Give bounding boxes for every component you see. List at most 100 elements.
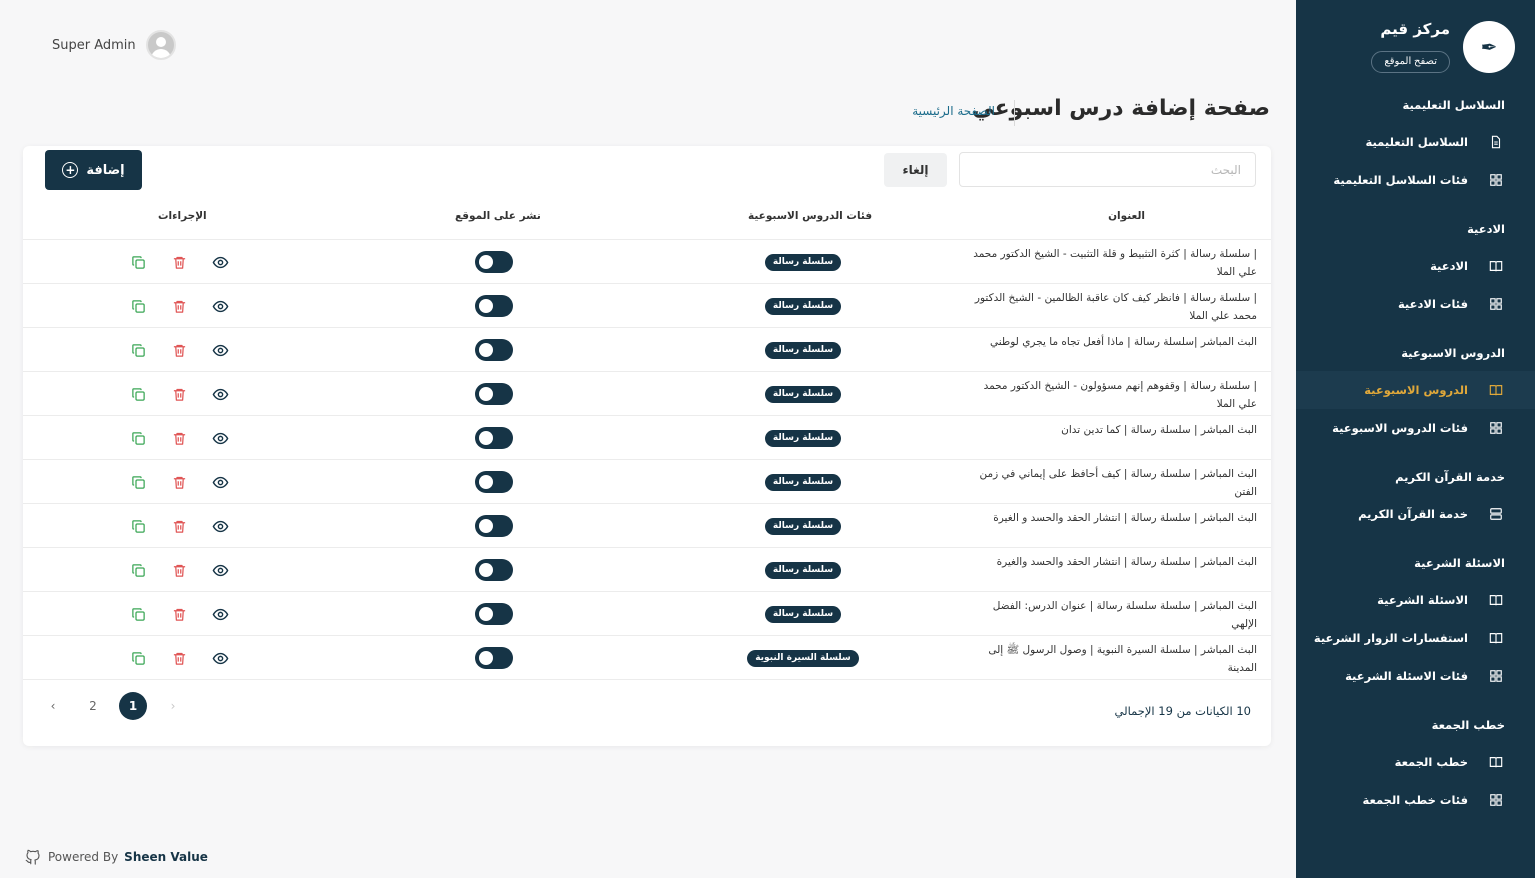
sidebar-item[interactable]: فئات خطب الجمعة [1296,781,1535,819]
copy-icon[interactable] [129,429,147,447]
add-button-label: إضافة [86,162,125,178]
table-row: البث المباشر | سلسلة رسالة | انتشار الحق… [23,504,1271,548]
sidebar-item-label: الدروس الاسبوعية [1364,383,1468,397]
publish-toggle[interactable] [475,603,513,625]
pagination-prev[interactable]: ‹ [39,692,67,720]
sidebar-item[interactable]: فئات الدروس الاسبوعية [1296,409,1535,447]
table-row: البث المباشر | سلسلة رسالة | كيف أحافظ ع… [23,460,1271,504]
copy-icon[interactable] [129,253,147,271]
table-row: البث المباشر | سلسلة السيرة النبوية | وص… [23,636,1271,680]
category-badge: سلسلة رسالة [764,386,842,403]
row-title: البث المباشر | سلسلة رسالة | كيف أحافظ ع… [979,468,1257,498]
copy-icon[interactable] [129,649,147,667]
breadcrumb-home[interactable]: الصفحة الرئيسية [912,104,995,118]
view-eye-icon[interactable] [211,253,229,271]
publish-toggle[interactable] [475,515,513,537]
view-eye-icon[interactable] [211,385,229,403]
grid-icon [1489,669,1503,683]
brand-name: مركز قيم [1380,20,1450,38]
book-icon [1489,593,1503,607]
publish-toggle[interactable] [475,559,513,581]
table-row: البث المباشر | سلسلة رسالة | كما تدين تد… [23,416,1271,460]
publish-toggle[interactable] [475,339,513,361]
category-badge: سلسلة رسالة [764,562,842,579]
copy-icon[interactable] [129,297,147,315]
view-eye-icon[interactable] [211,341,229,359]
sidebar-item[interactable]: استفسارات الزوار الشرعية [1296,619,1535,657]
delete-trash-icon[interactable] [170,385,188,403]
avatar[interactable] [145,30,176,60]
logo[interactable]: ✒ [1463,21,1515,73]
delete-trash-icon[interactable] [170,517,188,535]
plus-circle-icon: + [62,162,79,178]
publish-toggle[interactable] [475,471,513,493]
document-icon [1489,135,1503,149]
table-row: البث المباشر | سلسلة رسالة | انتشار الحق… [23,548,1271,592]
table-row: البث المباشر |سلسلة رسالة | ماذا أفعل تج… [23,328,1271,372]
sidebar-item[interactable]: فئات الاسئلة الشرعية [1296,657,1535,695]
publish-toggle[interactable] [475,295,513,317]
delete-trash-icon[interactable] [170,341,188,359]
delete-trash-icon[interactable] [170,429,188,447]
view-eye-icon[interactable] [211,297,229,315]
table-row: البث المباشر | سلسلة سلسلة رسالة | عنوان… [23,592,1271,636]
sidebar-item[interactable]: خطب الجمعة [1296,743,1535,781]
sidebar: ✒ مركز قيم تصفح الموقع السلاسل التعليمية… [1296,0,1535,878]
sidebar-item[interactable]: فئات السلاسل التعليمية [1296,161,1535,199]
copy-icon[interactable] [129,385,147,403]
pagination-page-1[interactable]: 1 [119,692,147,720]
delete-trash-icon[interactable] [170,649,188,667]
delete-trash-icon[interactable] [170,297,188,315]
sidebar-section-title: السلاسل التعليمية [1402,98,1505,112]
view-eye-icon[interactable] [211,517,229,535]
table-row: | سلسلة رسالة | كثرة التثبيط و قلة التثب… [23,240,1271,284]
sidebar-nav: السلاسل التعليمية السلاسل التعليمية فئات ا… [1296,87,1535,831]
sidebar-item[interactable]: فئات الادعية [1296,285,1535,323]
pagination-next[interactable]: › [159,692,187,720]
sheen-value-link[interactable]: Sheen Value [124,850,208,864]
powered-by: Powered By Sheen Value [24,848,208,866]
view-eye-icon[interactable] [211,429,229,447]
delete-trash-icon[interactable] [170,253,188,271]
add-button[interactable]: + إضافة [45,150,142,190]
sidebar-item[interactable]: الدروس الاسبوعية [1296,371,1535,409]
sidebar-item[interactable]: السلاسل التعليمية [1296,123,1535,161]
table-row: | سلسلة رسالة | فانظر كيف كان عاقبة الظا… [23,284,1271,328]
search-input[interactable] [959,152,1256,187]
book-icon [1489,383,1503,397]
delete-trash-icon[interactable] [170,605,188,623]
sidebar-section-title: خطب الجمعة [1431,718,1505,732]
view-eye-icon[interactable] [211,473,229,491]
publish-toggle[interactable] [475,427,513,449]
copy-icon[interactable] [129,473,147,491]
grid-icon [1489,421,1503,435]
category-badge: سلسلة رسالة [764,606,842,623]
copy-icon[interactable] [129,517,147,535]
view-eye-icon[interactable] [211,649,229,667]
grid-icon [1489,297,1503,311]
github-icon [25,849,40,865]
publish-toggle[interactable] [475,251,513,273]
browse-site-button[interactable]: تصفح الموقع [1371,51,1450,73]
delete-trash-icon[interactable] [170,561,188,579]
view-eye-icon[interactable] [211,605,229,623]
row-title: البث المباشر | سلسلة رسالة | انتشار الحق… [996,556,1257,568]
delete-trash-icon[interactable] [170,473,188,491]
publish-toggle[interactable] [475,383,513,405]
sidebar-item[interactable]: خدمة القرآن الكريم [1296,495,1535,533]
category-badge: سلسلة رسالة [764,298,842,315]
column-category: فئات الدروس الاسبوعية [748,210,873,222]
copy-icon[interactable] [129,341,147,359]
copy-icon[interactable] [129,561,147,579]
pagination-summary: 10 الكيانات من 19 الإجمالي [1114,704,1251,718]
sidebar-item[interactable]: الاسئلة الشرعية [1296,581,1535,619]
user-menu[interactable]: Super Admin [52,30,176,60]
pagination-page-2[interactable]: 2 [79,692,107,720]
copy-icon[interactable] [129,605,147,623]
sidebar-item[interactable]: الادعية [1296,247,1535,285]
row-title: البث المباشر | سلسلة السيرة النبوية | وص… [988,644,1257,674]
publish-toggle[interactable] [475,647,513,669]
cancel-button[interactable]: إلغاء [884,153,947,187]
row-title: البث المباشر | سلسلة سلسلة رسالة | عنوان… [992,600,1257,630]
view-eye-icon[interactable] [211,561,229,579]
